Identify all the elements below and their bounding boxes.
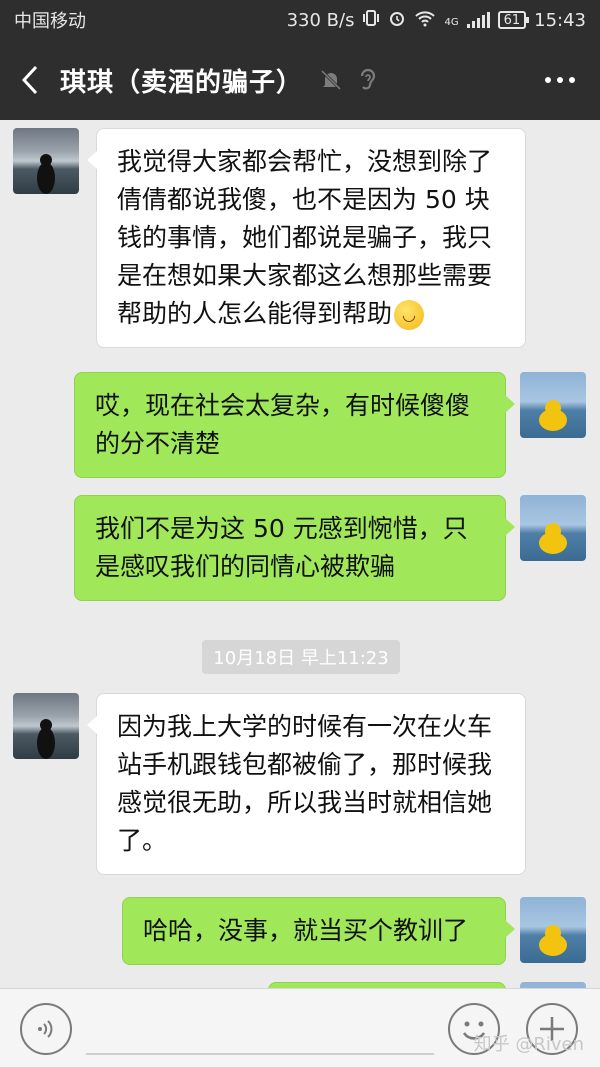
message-input[interactable] <box>86 1003 434 1055</box>
avatar[interactable] <box>520 495 586 561</box>
chat-title[interactable]: 琪琪（卖酒的骗子） <box>60 62 303 99</box>
message-bubble[interactable]: 我觉得大家都会帮忙，没想到除了倩倩都说我傻，也不是因为 50 块钱的事情，她们都… <box>87 128 526 348</box>
network-type: 4G <box>444 16 459 28</box>
message-timestamp: 10月18日 早上11:23 <box>202 640 400 674</box>
back-button[interactable] <box>0 40 60 120</box>
message-text: 哈哈，没事，就当买个教训了 <box>143 916 469 945</box>
signal-icon <box>466 12 490 28</box>
bell-slash-icon <box>320 69 342 91</box>
voice-button[interactable] <box>20 1003 72 1055</box>
battery-icon: 61 <box>497 11 529 29</box>
message-text: 我们不是为这 50 元感到惋惜，只是感叹我们的同情心被欺骗 <box>95 514 468 581</box>
smile-emoji-icon: ◡ <box>394 300 425 330</box>
message-bubble[interactable]: 因为我上大学的时候有一次在火车站手机跟钱包都被偷了，那时候我感觉很无助，所以我当… <box>87 693 526 875</box>
vibrate-icon <box>362 9 380 32</box>
message-text: 我觉得大家都会帮忙，没想到除了倩倩都说我傻，也不是因为 50 块钱的事情，她们都… <box>117 147 493 328</box>
ear-icon <box>360 68 376 90</box>
network-speed: 330 B/s <box>286 9 355 31</box>
more-button[interactable] <box>540 62 580 98</box>
avatar[interactable] <box>13 693 79 759</box>
status-icons: 330 B/s 4G 61 15:43 <box>287 9 586 32</box>
voice-icon <box>38 1020 53 1038</box>
carrier-label: 中国移动 <box>14 11 86 32</box>
message-text: 哎，现在社会太复杂，有时候傻傻的分不清楚 <box>95 391 471 458</box>
chevron-left-icon <box>21 65 38 95</box>
status-bar: 中国移动 330 B/s 4G 61 15:43 <box>0 0 600 40</box>
message-bubble[interactable]: 哎，现在社会太复杂，有时候傻傻的分不清楚 <box>74 372 515 478</box>
more-dots-icon <box>545 77 551 83</box>
avatar[interactable] <box>13 128 79 194</box>
chat-header: 琪琪（卖酒的骗子） <box>0 40 600 120</box>
avatar[interactable] <box>520 897 586 963</box>
message-text: 因为我上大学的时候有一次在火车站手机跟钱包都被偷了，那时候我感觉很无助，所以我当… <box>117 712 493 855</box>
message-bubble[interactable]: 我们不是为这 50 元感到惋惜，只是感叹我们的同情心被欺骗 <box>74 495 515 601</box>
wifi-icon <box>414 9 436 32</box>
alarm-icon <box>388 9 406 32</box>
avatar[interactable] <box>520 372 586 438</box>
title-icons <box>319 67 379 93</box>
message-bubble[interactable]: 哈哈，没事，就当买个教训了 <box>122 897 515 965</box>
clock: 15:43 <box>534 9 586 31</box>
watermark: 知乎 @Riven <box>473 1034 584 1055</box>
battery-level: 61 <box>503 12 521 28</box>
chat-area[interactable]: 我觉得大家都会帮忙，没想到除了倩倩都说我傻，也不是因为 50 块钱的事情，她们都… <box>0 120 600 988</box>
